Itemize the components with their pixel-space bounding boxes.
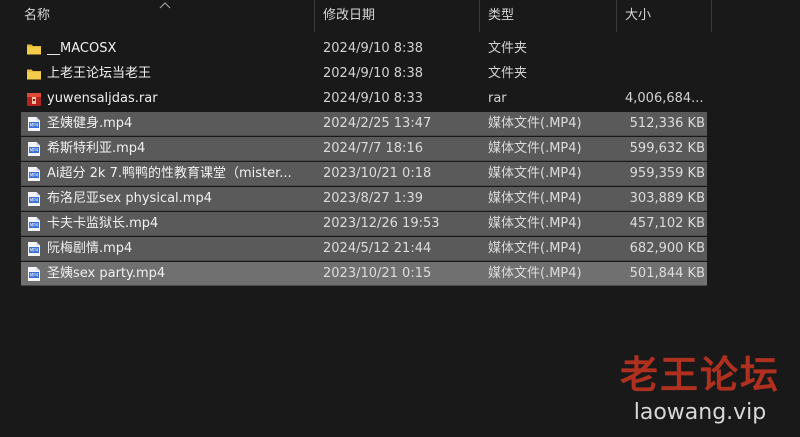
file-row[interactable]: MP4 卡夫卡监狱长.mp4 2023/12/26 19:53 媒体文件(.MP4) 4… — [21, 212, 707, 236]
svg-text:MP4: MP4 — [30, 273, 39, 278]
file-row[interactable]: MP4 阮梅剧情.mp4 2024/5/12 21:44 媒体文件(.MP4) 682,… — [21, 237, 707, 261]
file-name: Ai超分 2k 7.鸭鸭的性教育课堂（mister... — [47, 166, 292, 181]
file-row[interactable]: __MACOSX 2024/9/10 8:38 文件夹 — [21, 37, 707, 61]
file-modified-date: 2023/10/21 0:18 — [323, 166, 432, 181]
file-modified-date: 2023/8/27 1:39 — [323, 191, 423, 206]
column-header-date[interactable]: 修改日期 — [315, 0, 480, 32]
file-type: 媒体文件(.MP4) — [488, 166, 582, 181]
file-modified-date: 2024/9/10 8:33 — [323, 91, 423, 106]
file-row[interactable]: yuwensaljdas.rar 2024/9/10 8:33 rar 4,006,6… — [21, 87, 707, 111]
svg-text:MP4: MP4 — [30, 223, 39, 228]
file-size: 501,844 KB — [629, 266, 705, 281]
column-header-name-label: 名称 — [24, 8, 51, 23]
file-name: yuwensaljdas.rar — [47, 91, 158, 106]
svg-text:MP4: MP4 — [30, 248, 39, 253]
rar-archive-icon — [26, 91, 42, 107]
file-type: 媒体文件(.MP4) — [488, 266, 582, 281]
file-name: 希斯特利亚.mp4 — [47, 141, 146, 156]
sort-ascending-icon — [159, 2, 171, 9]
file-modified-date: 2024/9/10 8:38 — [323, 41, 423, 56]
file-name: 阮梅剧情.mp4 — [47, 241, 133, 256]
file-explorer-window: 名称 修改日期 类型 大小 __MACOSX 2024/9/10 8:38 文件夹上… — [0, 0, 800, 437]
file-type: 媒体文件(.MP4) — [488, 141, 582, 156]
file-modified-date: 2024/9/10 8:38 — [323, 66, 423, 81]
svg-text:MP4: MP4 — [30, 198, 39, 203]
watermark-title: 老王论坛 — [619, 353, 780, 397]
column-header-date-label: 修改日期 — [323, 8, 376, 23]
svg-text:MP4: MP4 — [30, 148, 39, 153]
file-row[interactable]: MP4 圣姨sex party.mp4 2023/10/21 0:15 媒体文件(.M… — [21, 262, 707, 286]
column-header: 名称 修改日期 类型 大小 — [0, 0, 800, 32]
file-size — [625, 62, 705, 86]
file-modified-date: 2024/5/12 21:44 — [323, 241, 432, 256]
mp4-file-icon: MP4 — [26, 141, 42, 157]
watermark-url: laowang.vip — [633, 400, 767, 425]
file-type: 媒体文件(.MP4) — [488, 216, 582, 231]
file-name: 卡夫卡监狱长.mp4 — [47, 216, 159, 231]
mp4-file-icon: MP4 — [26, 166, 42, 182]
column-header-type[interactable]: 类型 — [480, 0, 617, 32]
file-modified-date: 2024/7/7 18:16 — [323, 141, 423, 156]
file-row[interactable]: MP4 Ai超分 2k 7.鸭鸭的性教育课堂（mister... 2023/10/2… — [21, 162, 707, 186]
file-size: 512,336 KB — [629, 116, 705, 131]
file-row[interactable]: MP4 圣姨健身.mp4 2024/2/25 13:47 媒体文件(.MP4) 512,… — [21, 112, 707, 136]
folder-icon — [26, 66, 42, 82]
file-type: 媒体文件(.MP4) — [488, 116, 582, 131]
mp4-file-icon: MP4 — [26, 241, 42, 257]
file-type: 媒体文件(.MP4) — [488, 191, 582, 206]
svg-text:MP4: MP4 — [30, 173, 39, 178]
column-header-type-label: 类型 — [488, 8, 515, 23]
file-name: __MACOSX — [47, 41, 117, 56]
file-size: 599,632 KB — [629, 141, 705, 156]
svg-text:MP4: MP4 — [30, 123, 39, 128]
file-name: 上老王论坛当老王 — [47, 66, 152, 81]
file-type: 文件夹 — [488, 41, 528, 56]
file-modified-date: 2024/2/25 13:47 — [323, 116, 432, 131]
file-name: 布洛尼亚sex physical.mp4 — [47, 191, 212, 206]
file-row[interactable]: 上老王论坛当老王 2024/9/10 8:38 文件夹 — [21, 62, 707, 86]
mp4-file-icon: MP4 — [26, 266, 42, 282]
file-row[interactable]: MP4 希斯特利亚.mp4 2024/7/7 18:16 媒体文件(.MP4) 599,… — [21, 137, 707, 161]
file-type: rar — [488, 91, 507, 106]
file-type: 文件夹 — [488, 66, 528, 81]
mp4-file-icon: MP4 — [26, 216, 42, 232]
watermark: 老王论坛 laowang.vip — [610, 351, 800, 437]
folder-icon — [26, 41, 42, 57]
file-size: 457,102 KB — [629, 216, 705, 231]
file-name: 圣姨sex party.mp4 — [47, 266, 166, 281]
file-row[interactable]: MP4 布洛尼亚sex physical.mp4 2023/8/27 1:39 媒体文… — [21, 187, 707, 211]
file-size: 959,359 KB — [629, 166, 705, 181]
mp4-file-icon: MP4 — [26, 116, 42, 132]
mp4-file-icon: MP4 — [26, 191, 42, 207]
file-name: 圣姨健身.mp4 — [47, 116, 133, 131]
file-modified-date: 2023/10/21 0:15 — [323, 266, 432, 281]
file-size — [625, 37, 705, 61]
column-header-size-label: 大小 — [625, 8, 652, 23]
column-header-size[interactable]: 大小 — [617, 0, 712, 32]
file-size: 4,006,684... — [625, 91, 704, 106]
file-size: 303,889 KB — [629, 191, 705, 206]
file-modified-date: 2023/12/26 19:53 — [323, 216, 440, 231]
file-type: 媒体文件(.MP4) — [488, 241, 582, 256]
file-size: 682,900 KB — [629, 241, 705, 256]
